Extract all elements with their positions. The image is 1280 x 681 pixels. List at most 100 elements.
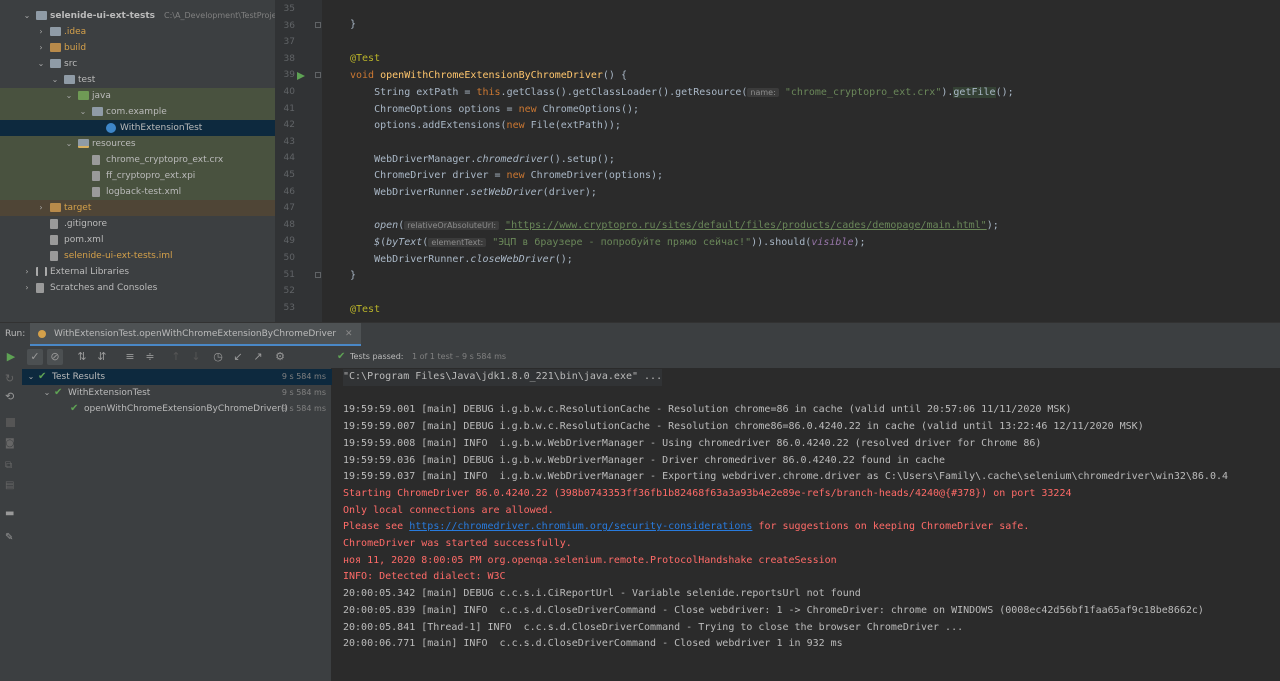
expand-all-icon[interactable]: ≡ xyxy=(122,349,138,365)
test-result-row[interactable]: ⌄ ✔ WithExtensionTest 9 s 584 ms xyxy=(22,385,332,401)
fold-icon[interactable] xyxy=(315,72,321,78)
console-output[interactable]: "C:\Program Files\Java\jdk1.8.0_221\bin\… xyxy=(333,368,1280,681)
console-line: Only local connections are allowed. xyxy=(343,504,554,516)
code-line: options.addExtensions(new File(extPath))… xyxy=(374,120,621,131)
project-tree-item[interactable]: › target xyxy=(0,200,275,216)
stop-icon[interactable] xyxy=(6,418,15,427)
project-tree-item[interactable]: ⌄ java xyxy=(0,88,275,104)
chevron-right-icon[interactable]: › xyxy=(36,24,46,40)
sort-duration-icon[interactable]: ⇵ xyxy=(94,349,110,365)
class-icon xyxy=(106,123,116,133)
chevron-down-icon[interactable]: ⌄ xyxy=(26,369,36,385)
line-number: 44 xyxy=(283,153,295,164)
project-tree-item[interactable]: chrome_cryptopro_ext.crx xyxy=(0,152,275,168)
console-line: 19:59:59.001 [main] DEBUG i.g.b.w.c.Reso… xyxy=(343,404,1072,416)
run-tab[interactable]: WithExtensionTest.openWithChromeExtensio… xyxy=(30,323,361,346)
project-tree: ⌄ selenide-ui-ext-tests C:\A_Development\T… xyxy=(0,0,275,322)
close-icon[interactable]: ✕ xyxy=(345,329,353,339)
code-line: @Test xyxy=(350,53,381,64)
history-icon[interactable]: ◷ xyxy=(210,349,226,365)
file-icon xyxy=(50,219,58,229)
project-tree-item[interactable]: ⌄ test xyxy=(0,72,275,88)
run-gutter-icon[interactable] xyxy=(297,72,305,80)
passed-check-icon: ✔ xyxy=(54,387,63,398)
project-tree-item[interactable]: logback-test.xml xyxy=(0,184,275,200)
test-result-row[interactable]: ✔ openWithChromeExtensionByChromeDriver()… xyxy=(22,401,332,417)
chevron-right-icon[interactable]: › xyxy=(36,200,46,216)
toggle-auto-test-icon[interactable]: ⟲ xyxy=(5,390,14,403)
project-tree-item[interactable]: ⌄ selenide-ui-ext-tests C:\A_Development\T… xyxy=(0,8,275,24)
pin-tab-icon[interactable]: ✎ xyxy=(5,532,13,543)
prev-test-icon[interactable]: ↑ xyxy=(168,349,184,365)
chevron-down-icon[interactable]: ⌄ xyxy=(42,385,52,401)
project-tree-item[interactable]: ⌄ com.example xyxy=(0,104,275,120)
restore-layout-icon[interactable]: ▬ xyxy=(5,508,14,519)
code-editor[interactable]: } @Test void openWithChromeExtensionByCh… xyxy=(322,0,1280,322)
line-number: 39 xyxy=(283,70,295,81)
project-tree-item[interactable]: ⌄ resources xyxy=(0,136,275,152)
project-tree-item[interactable]: pom.xml xyxy=(0,232,275,248)
param-hint: relativeOrAbsoluteUrl: xyxy=(404,221,500,230)
layout-icon[interactable]: ⧉ xyxy=(5,460,12,471)
print-icon[interactable]: ▤ xyxy=(5,480,14,491)
project-path: C:\A_Development\TestProject\Gi xyxy=(164,11,275,20)
chevron-down-icon[interactable]: ⌄ xyxy=(36,56,46,72)
settings-icon[interactable]: ⚙ xyxy=(272,349,288,365)
line-number: 47 xyxy=(283,203,295,214)
project-tree-item-label: target xyxy=(64,203,92,213)
line-number: 38 xyxy=(283,53,295,64)
show-ignored-icon[interactable]: ⊘ xyxy=(47,349,63,365)
project-tree-item[interactable]: › External Libraries xyxy=(0,264,275,280)
chevron-down-icon[interactable]: ⌄ xyxy=(22,8,32,24)
project-tree-item[interactable]: selenide-ui-ext-tests.iml xyxy=(0,248,275,264)
project-tree-item[interactable]: › .idea xyxy=(0,24,275,40)
code-line: $(byText(elementText: "ЭЦП в браузере - … xyxy=(374,237,866,248)
rerun-icon[interactable]: ▶ xyxy=(3,349,19,365)
fold-icon[interactable] xyxy=(315,22,321,28)
project-tree-item[interactable]: ff_cryptopro_ext.xpi xyxy=(0,168,275,184)
next-test-icon[interactable]: ↓ xyxy=(188,349,204,365)
test-results-tree: ⌄ ✔ Test Results 9 s 584 ms ⌄ ✔ WithExtensionT… xyxy=(22,368,332,681)
test-result-time: 9 s 584 ms xyxy=(281,388,326,397)
code-line: open(relativeOrAbsoluteUrl: "https://www… xyxy=(374,220,999,231)
chevron-down-icon[interactable]: ⌄ xyxy=(78,104,88,120)
import-tests-icon[interactable]: ↙ xyxy=(230,349,246,365)
chevron-right-icon[interactable]: › xyxy=(22,264,32,280)
sort-alpha-icon[interactable]: ⇅ xyxy=(74,349,90,365)
console-line: Please see https://chromedriver.chromium… xyxy=(343,521,1030,533)
line-number: 41 xyxy=(283,103,295,114)
run-toolbar: ▶ ✓ ⊘ ⇅ ⇵ ≡ ≑ ↑ ↓ ◷ ↙ ↗ ⚙ ✔ Tests passed… xyxy=(0,346,1280,368)
project-tree-item[interactable]: .gitignore xyxy=(0,216,275,232)
show-passed-icon[interactable]: ✓ xyxy=(27,349,43,365)
project-tree-item[interactable]: WithExtensionTest xyxy=(0,120,275,136)
collapse-all-icon[interactable]: ≑ xyxy=(142,349,158,365)
project-tree-item-label: com.example xyxy=(106,107,167,117)
project-tree-item[interactable]: › Scratches and Consoles xyxy=(0,280,275,296)
folder-res-icon xyxy=(78,139,89,148)
file-icon xyxy=(50,251,58,261)
project-tree-item-label: WithExtensionTest xyxy=(120,123,203,133)
line-number: 43 xyxy=(283,136,295,147)
chevron-down-icon[interactable]: ⌄ xyxy=(64,136,74,152)
code-line: void openWithChromeExtensionByChromeDriv… xyxy=(350,70,627,81)
project-tree-item-label: ff_cryptopro_ext.xpi xyxy=(106,171,196,181)
passed-check-icon: ✔ xyxy=(337,351,346,362)
fold-icon[interactable] xyxy=(315,272,321,278)
line-number: 37 xyxy=(283,37,295,48)
chevron-down-icon[interactable]: ⌄ xyxy=(50,72,60,88)
chevron-down-icon[interactable]: ⌄ xyxy=(64,88,74,104)
console-line: 19:59:59.007 [main] DEBUG i.g.b.w.c.Reso… xyxy=(343,421,1144,433)
chevron-right-icon[interactable]: › xyxy=(22,280,32,296)
project-tree-item[interactable]: ⌄ src xyxy=(0,56,275,72)
rerun-failed-icon[interactable]: ↻ xyxy=(5,372,14,385)
console-link[interactable]: https://chromedriver.chromium.org/securi… xyxy=(409,521,752,532)
dump-threads-icon[interactable]: ◙ xyxy=(5,438,15,449)
line-number: 50 xyxy=(283,253,295,263)
export-tests-icon[interactable]: ↗ xyxy=(250,349,266,365)
param-hint: elementText: xyxy=(428,238,487,247)
run-tab-label: WithExtensionTest.openWithChromeExtensio… xyxy=(54,329,337,339)
test-result-row[interactable]: ⌄ ✔ Test Results 9 s 584 ms xyxy=(22,369,332,385)
project-tree-item[interactable]: › build xyxy=(0,40,275,56)
chevron-right-icon[interactable]: › xyxy=(36,40,46,56)
folder-icon xyxy=(64,75,75,84)
